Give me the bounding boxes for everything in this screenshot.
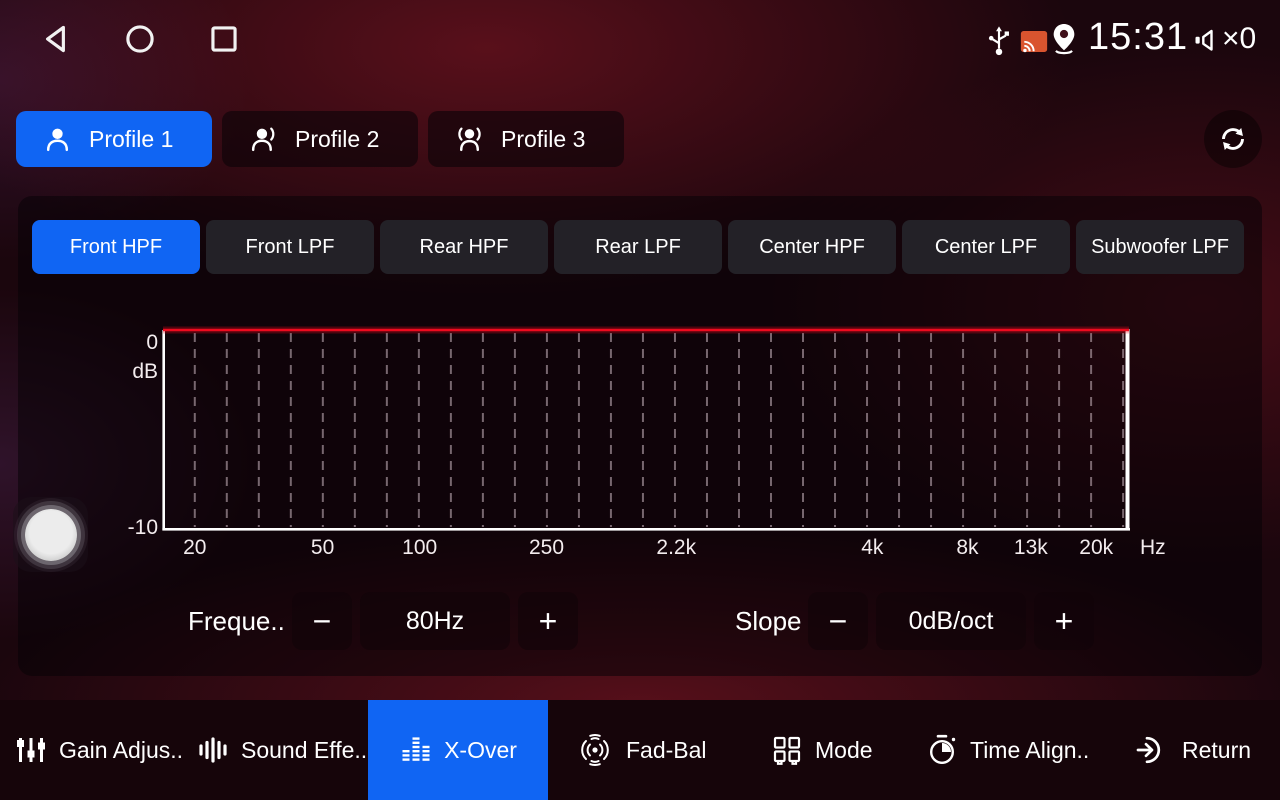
nav-mode[interactable]: Mode <box>770 700 873 800</box>
tab-label: Front HPF <box>70 236 162 259</box>
svg-text:20k: 20k <box>1079 536 1113 559</box>
tab-label: Rear LPF <box>595 236 681 259</box>
usb-icon <box>986 24 1012 58</box>
nav-label: Mode <box>815 737 873 764</box>
tab-label: Rear HPF <box>420 236 509 259</box>
gain-sliders-icon <box>14 733 48 767</box>
nav-label: Time Align.. <box>970 737 1089 764</box>
nav-label: Return <box>1182 737 1251 764</box>
person-speaking-icon <box>248 124 279 155</box>
tab-label: Center HPF <box>759 236 865 259</box>
svg-text:-10: -10 <box>128 516 158 539</box>
tab-front-lpf[interactable]: Front LPF <box>206 220 374 274</box>
tab-center-hpf[interactable]: Center HPF <box>728 220 896 274</box>
profile-3-label: Profile 3 <box>501 126 585 153</box>
sound-waveform-icon <box>196 733 230 767</box>
volume-level: ×0 <box>1222 22 1256 56</box>
return-arrow-icon <box>1135 732 1171 768</box>
mode-grid-icon <box>770 733 804 767</box>
tab-rear-hpf[interactable]: Rear HPF <box>380 220 548 274</box>
frequency-label: Freque.. <box>188 592 285 650</box>
slope-value: 0dB/oct <box>876 592 1026 650</box>
svg-text:250: 250 <box>529 536 564 559</box>
nav-label: X-Over <box>444 737 517 764</box>
tab-subwoofer-lpf[interactable]: Subwoofer LPF <box>1076 220 1244 274</box>
slope-label: Slope <box>735 592 802 650</box>
location-icon <box>1050 22 1078 55</box>
person-broadcast-icon <box>454 124 485 155</box>
profile-1-label: Profile 1 <box>89 126 173 153</box>
tab-rear-lpf[interactable]: Rear LPF <box>554 220 722 274</box>
svg-text:0: 0 <box>146 331 158 354</box>
tab-front-hpf[interactable]: Front HPF <box>32 220 200 274</box>
tab-label: Subwoofer LPF <box>1091 236 1229 259</box>
home-icon <box>120 19 160 59</box>
frequency-plus-button[interactable]: + <box>518 592 578 650</box>
svg-text:50: 50 <box>311 536 334 559</box>
nav-time-align[interactable]: Time Align.. <box>925 700 1089 800</box>
profile-2-tab[interactable]: Profile 2 <box>222 111 418 167</box>
cast-icon <box>1020 30 1048 53</box>
svg-text:2.2k: 2.2k <box>656 536 696 559</box>
svg-text:4k: 4k <box>861 536 884 559</box>
profile-2-label: Profile 2 <box>295 126 379 153</box>
fader-balance-icon <box>575 732 615 768</box>
person-icon <box>42 124 73 155</box>
profile-3-tab[interactable]: Profile 3 <box>428 111 624 167</box>
android-home-button[interactable] <box>120 19 160 59</box>
speaker-muted-icon <box>1190 25 1220 55</box>
svg-text:20: 20 <box>183 536 206 559</box>
nav-gain-adjust[interactable]: Gain Adjus.. <box>14 700 183 800</box>
status-bar: 15:31 ×0 <box>0 0 1280 80</box>
nav-label: Fad-Bal <box>626 737 707 764</box>
android-recents-button[interactable] <box>204 19 244 59</box>
tab-center-lpf[interactable]: Center LPF <box>902 220 1070 274</box>
tab-label: Front LPF <box>246 236 335 259</box>
nav-return[interactable]: Return <box>1135 700 1251 800</box>
clock: 15:31 <box>1088 16 1188 59</box>
nav-fad-bal[interactable]: Fad-Bal <box>575 700 707 800</box>
stopwatch-icon <box>925 732 959 768</box>
back-icon <box>36 19 76 59</box>
tab-label: Center LPF <box>935 236 1037 259</box>
svg-text:100: 100 <box>402 536 437 559</box>
nav-label: Gain Adjus.. <box>59 737 183 764</box>
crossover-eq-icon <box>399 733 433 767</box>
frequency-value: 80Hz <box>360 592 510 650</box>
sync-icon <box>1215 121 1251 157</box>
bottom-nav-bar: Gain Adjus.. Sound Effe.. X-Over <box>0 700 1280 800</box>
slope-minus-button[interactable]: − <box>808 592 868 650</box>
assistive-knob-button[interactable] <box>13 497 88 572</box>
android-back-button[interactable] <box>36 19 76 59</box>
slope-plus-button[interactable]: + <box>1034 592 1094 650</box>
svg-text:8k: 8k <box>956 536 979 559</box>
knob-circle <box>25 509 77 561</box>
svg-text:dB: dB <box>132 360 158 383</box>
reset-sync-button[interactable] <box>1204 110 1262 168</box>
frequency-response-chart[interactable]: 0 -10 dB 20 50 100 250 2.2k 4k 8k 13k 20k Hz <box>110 318 1180 568</box>
svg-text:13k: 13k <box>1014 536 1048 559</box>
frequency-minus-button[interactable]: − <box>292 592 352 650</box>
recents-icon <box>204 19 244 59</box>
nav-xover[interactable]: X-Over <box>368 700 548 800</box>
svg-text:Hz: Hz <box>1140 536 1166 559</box>
nav-label: Sound Effe.. <box>241 737 367 764</box>
nav-sound-effects[interactable]: Sound Effe.. <box>196 700 367 800</box>
xover-screen: 15:31 ×0 Profile 1 Profile 2 Profi <box>0 0 1280 800</box>
profile-1-tab[interactable]: Profile 1 <box>16 111 212 167</box>
